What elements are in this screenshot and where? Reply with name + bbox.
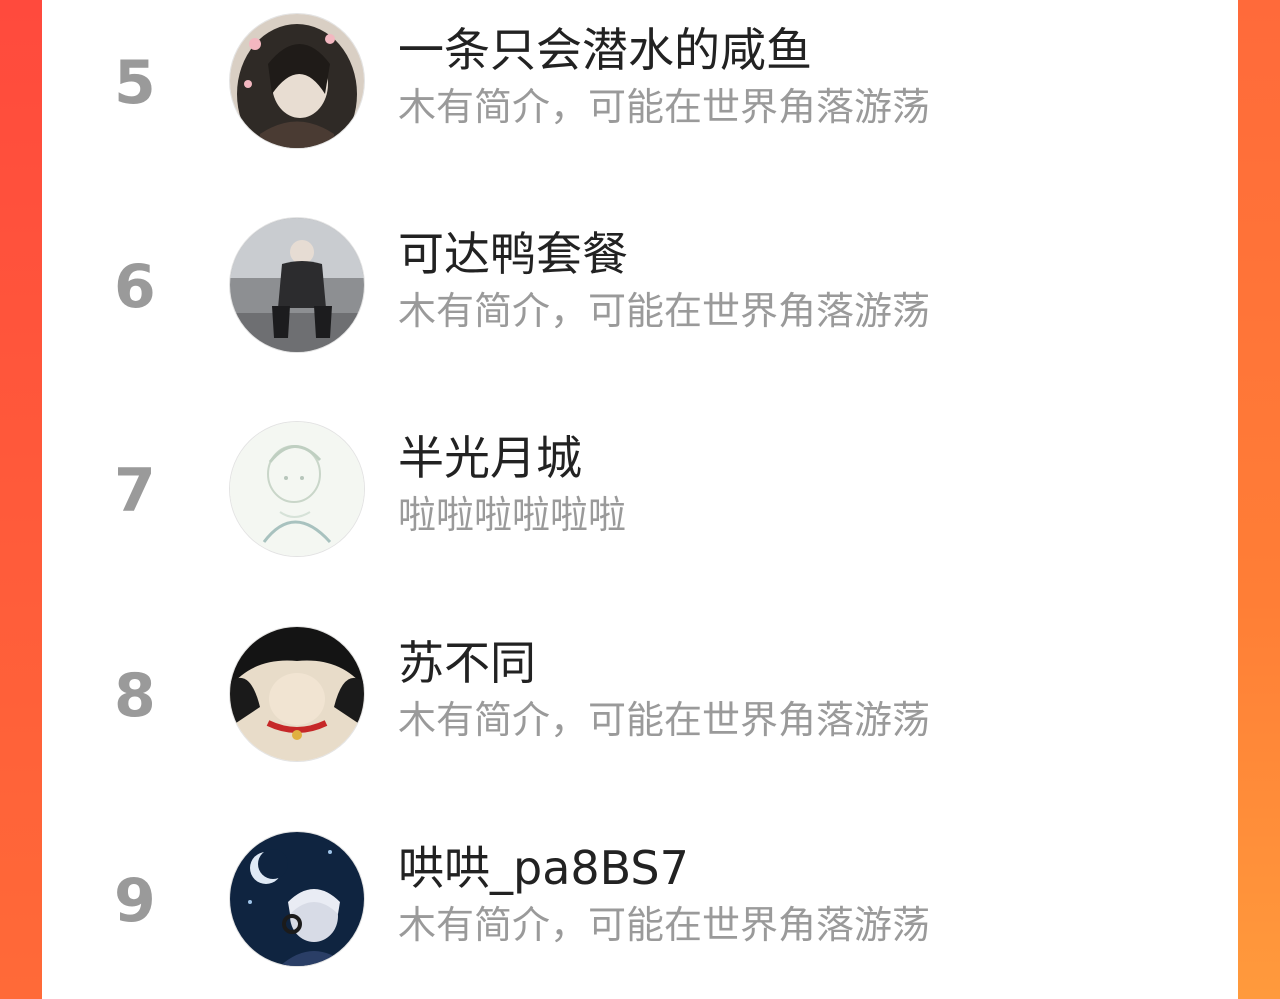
avatar-moon-night-icon[interactable] xyxy=(230,832,364,966)
user-name[interactable]: 半光月城 xyxy=(398,428,582,488)
rank-number: 5 xyxy=(114,48,156,118)
user-name[interactable]: 苏不同 xyxy=(398,633,536,693)
list-item-rank-5[interactable]: 5 一条只会潜水的咸鱼 木有简介，可能在世界角落游荡 xyxy=(42,14,1238,164)
ranking-list: 5 一条只会潜水的咸鱼 木有简介，可能在世界角落游荡 6 可达鸭套餐 木有简介，… xyxy=(42,0,1238,999)
rank-number: 9 xyxy=(114,866,156,936)
list-item-rank-6[interactable]: 6 可达鸭套餐 木有简介，可能在世界角落游荡 xyxy=(42,218,1238,368)
avatar-crouching-boy-icon[interactable] xyxy=(230,218,364,352)
avatar-sketch-girl-icon[interactable] xyxy=(230,422,364,556)
avatar-girl-hood-icon[interactable] xyxy=(230,14,364,148)
list-item-rank-9[interactable]: 9 哄哄_pa8BS7 木有简介，可能在世界角落游荡 xyxy=(42,832,1238,982)
right-accent-bar xyxy=(1238,0,1280,999)
user-bio: 木有简介，可能在世界角落游荡 xyxy=(398,698,931,742)
user-name[interactable]: 一条只会潜水的咸鱼 xyxy=(398,20,812,80)
user-name[interactable]: 哄哄_pa8BS7 xyxy=(398,838,689,898)
avatar-dark-hair-icon[interactable] xyxy=(230,627,364,761)
user-bio: 木有简介，可能在世界角落游荡 xyxy=(398,85,931,129)
rank-number: 8 xyxy=(114,661,156,731)
user-bio: 啦啦啦啦啦啦 xyxy=(398,493,627,537)
rank-number: 7 xyxy=(114,456,156,526)
user-name[interactable]: 可达鸭套餐 xyxy=(398,224,628,284)
list-item-rank-7[interactable]: 7 半光月城 啦啦啦啦啦啦 xyxy=(42,422,1238,572)
user-bio: 木有简介，可能在世界角落游荡 xyxy=(398,289,931,333)
rank-number: 6 xyxy=(114,252,156,322)
user-bio: 木有简介，可能在世界角落游荡 xyxy=(398,903,931,947)
list-item-rank-8[interactable]: 8 苏不同 木有简介，可能在世界角落游荡 xyxy=(42,627,1238,777)
